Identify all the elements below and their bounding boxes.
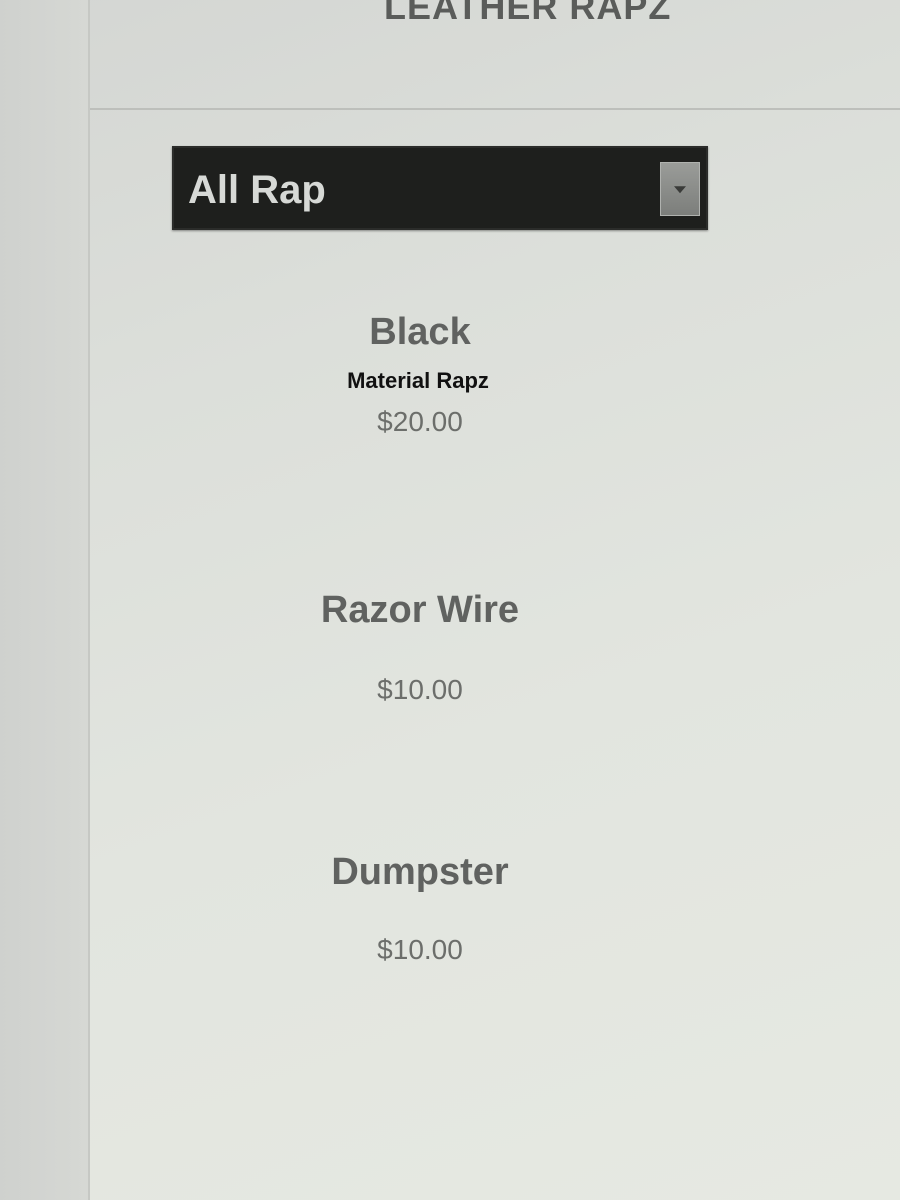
product-price: $10.00 [377,934,463,965]
dropdown-arrow-button[interactable] [660,162,700,216]
product-name[interactable]: Black [90,310,750,358]
category-dropdown[interactable]: All Rap [172,146,708,230]
dropdown-arrow-icon [674,186,686,194]
product-item[interactable]: Black Material Rapz $20.00 [90,310,750,438]
left-panel-edge [0,0,90,1200]
product-subtitle: Material Rapz [347,368,489,393]
product-price: $10.00 [377,674,463,705]
product-price: $20.00 [377,406,463,437]
product-item[interactable]: Razor Wire $10.00 [90,588,750,706]
header: LEATHER RAPZ [90,0,900,110]
product-name[interactable]: Razor Wire [90,588,750,632]
product-name[interactable]: Dumpster [90,850,750,894]
page-title: LEATHER RAPZ [384,0,672,27]
product-item[interactable]: Dumpster $10.00 [90,850,750,966]
category-dropdown-value: All Rap [188,168,326,212]
